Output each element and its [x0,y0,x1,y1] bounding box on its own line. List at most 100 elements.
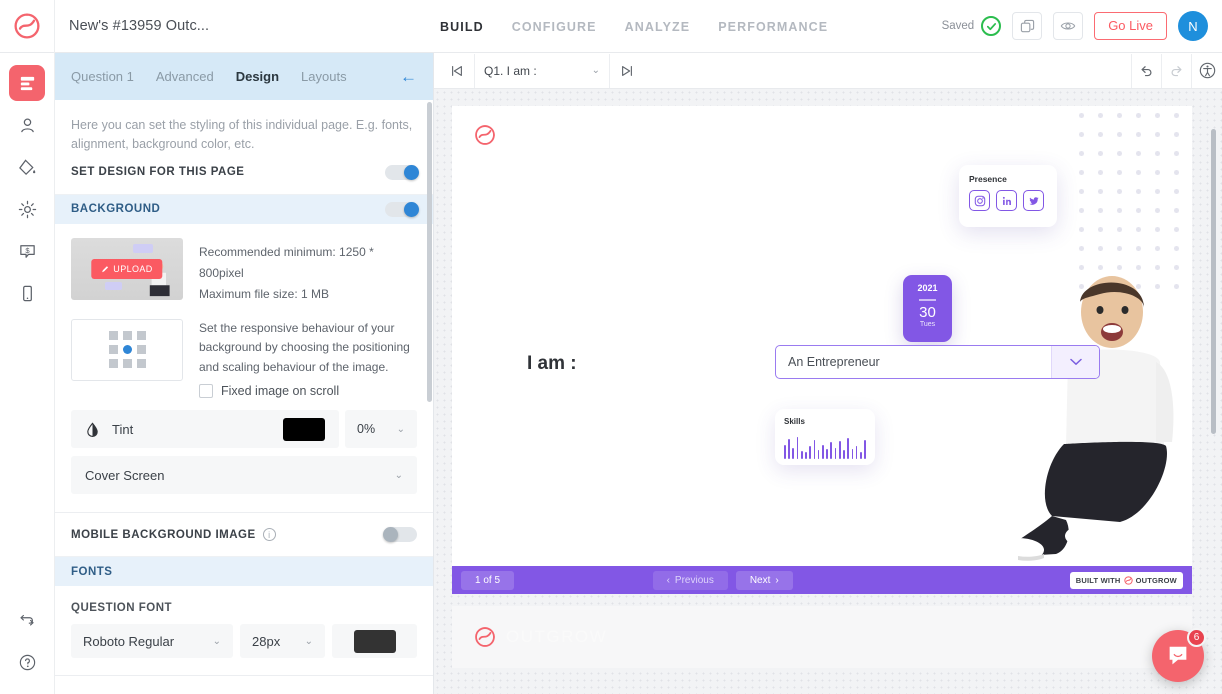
grid-cell[interactable] [137,359,146,368]
accessibility-button[interactable] [1192,54,1222,88]
skills-bar [809,446,811,459]
instagram-icon[interactable] [969,190,990,211]
preview-nav: ‹ Previous Next › [653,571,793,590]
chevron-down-icon: ⌄ [397,424,405,435]
footer-brand-word: OUTGROW [506,627,607,647]
skills-bar [822,445,824,459]
go-live-button[interactable]: Go Live [1094,12,1167,40]
grid-cell-selected[interactable] [123,345,132,354]
mobile-background-toggle[interactable] [385,527,417,542]
panel-tab-layouts[interactable]: Layouts [301,69,347,84]
skills-bar [818,450,820,459]
panel-tab-design[interactable]: Design [236,69,279,84]
bg-note-line-1: Recommended minimum: 1250 * 800pixel [199,242,417,284]
chevron-down-icon[interactable] [1051,346,1099,378]
canvas-toolbar: Q1. I am : ⌄ [434,53,1222,89]
fixed-image-label: Fixed image on scroll [221,384,339,398]
grid-cell[interactable] [123,359,132,368]
twitter-icon[interactable] [1023,190,1044,211]
rail-item-help[interactable] [9,644,45,680]
rail-item-settings[interactable] [9,191,45,227]
grid-cell[interactable] [123,331,132,340]
rail-item-leads[interactable]: $ [9,233,45,269]
grid-cell[interactable] [109,345,118,354]
panel-back-arrow-icon[interactable]: ← [400,68,417,85]
grid-cell[interactable] [109,359,118,368]
model-photo [960,266,1180,566]
app-logo[interactable] [0,0,55,53]
preview-button[interactable] [1053,12,1083,40]
panel-scrollbar[interactable] [427,102,432,402]
built-with-badge[interactable]: BUILT WITH OUTGROW [1070,572,1183,589]
skills-card: Skills [775,409,875,465]
upload-label: UPLOAD [113,264,152,274]
rail-item-mobile[interactable] [9,275,45,311]
responsive-note: Set the responsive behaviour of your bac… [199,319,417,378]
panel-tabs: Question 1 Advanced Design Layouts ← [55,53,433,100]
panel-tab-advanced[interactable]: Advanced [156,69,214,84]
skills-bar [835,448,837,459]
panel-tab-question-1[interactable]: Question 1 [71,69,134,84]
tab-configure[interactable]: CONFIGURE [512,20,597,34]
undo-button[interactable] [1132,54,1162,88]
chevron-right-icon: › [775,575,778,586]
tint-color-swatch[interactable] [283,418,325,441]
set-design-toggle[interactable] [385,165,417,180]
tint-row: Tint 0% ⌄ [71,410,417,448]
upload-button[interactable]: UPLOAD [91,259,162,279]
tab-build[interactable]: BUILD [440,20,484,34]
eye-icon [1060,18,1076,34]
document-title[interactable]: New's #13959 Outc... [69,18,209,34]
font-size-select[interactable]: 28px ⌄ [240,624,325,658]
fonts-section-label: FONTS [71,566,112,578]
font-family-select[interactable]: Roboto Regular ⌄ [71,624,233,658]
redo-button[interactable] [1162,54,1192,88]
tint-drop-icon [85,422,100,437]
grid-cell[interactable] [137,345,146,354]
user-avatar[interactable]: N [1178,11,1208,41]
slide-preview[interactable]: Presence 2021 [452,106,1192,594]
saved-label: Saved [942,20,975,32]
info-icon[interactable]: i [263,528,276,541]
tab-performance[interactable]: PERFORMANCE [718,20,828,34]
skills-bar [852,449,854,459]
next-button[interactable]: Next › [736,571,793,590]
rail-item-sync[interactable] [9,602,45,638]
panel-divider-2 [55,675,433,676]
background-section-label: BACKGROUND [71,203,160,215]
tint-opacity-select[interactable]: 0% ⌄ [345,410,417,448]
canvas-scrollbar[interactable] [1211,129,1216,434]
previous-button[interactable]: ‹ Previous [653,571,728,590]
position-grid-selector[interactable] [71,319,183,381]
panel-help-text: Here you can set the styling of this ind… [55,100,433,155]
position-grid [109,331,146,368]
grid-cell[interactable] [109,331,118,340]
chat-launcher-button[interactable]: 6 [1152,630,1204,682]
main-nav-tabs: BUILD CONFIGURE ANALYZE PERFORMANCE [440,0,828,53]
fixed-image-checkbox[interactable] [199,384,213,398]
question-select-value: Q1. I am : [484,64,537,78]
grid-cell[interactable] [137,331,146,340]
linkedin-icon[interactable] [996,190,1017,211]
content-blocks-icon [18,74,37,93]
preview-answer-dropdown[interactable]: An Entrepreneur [775,345,1100,379]
saved-check-icon [981,16,1001,36]
toggle-knob [383,527,398,542]
tint-control: Tint [71,410,339,448]
rail-item-design[interactable] [9,149,45,185]
background-toggle[interactable] [385,202,417,217]
font-color-picker[interactable] [332,624,417,658]
cover-screen-select[interactable]: Cover Screen ⌄ [71,456,417,494]
panel-scroll-area: Here you can set the styling of this ind… [55,100,433,694]
background-thumbnail[interactable]: UPLOAD [71,238,183,300]
duplicate-button[interactable] [1012,12,1042,40]
first-slide-button[interactable] [442,54,472,88]
rail-item-content[interactable] [9,65,45,101]
last-slide-button[interactable] [612,54,642,88]
rail-item-user[interactable] [9,107,45,143]
calendar-weekday: Tues [903,321,952,328]
tab-analyze[interactable]: ANALYZE [625,20,691,34]
question-select[interactable]: Q1. I am : ⌄ [474,54,610,88]
lead-dollar-icon: $ [18,242,37,261]
skills-bar [805,452,807,459]
